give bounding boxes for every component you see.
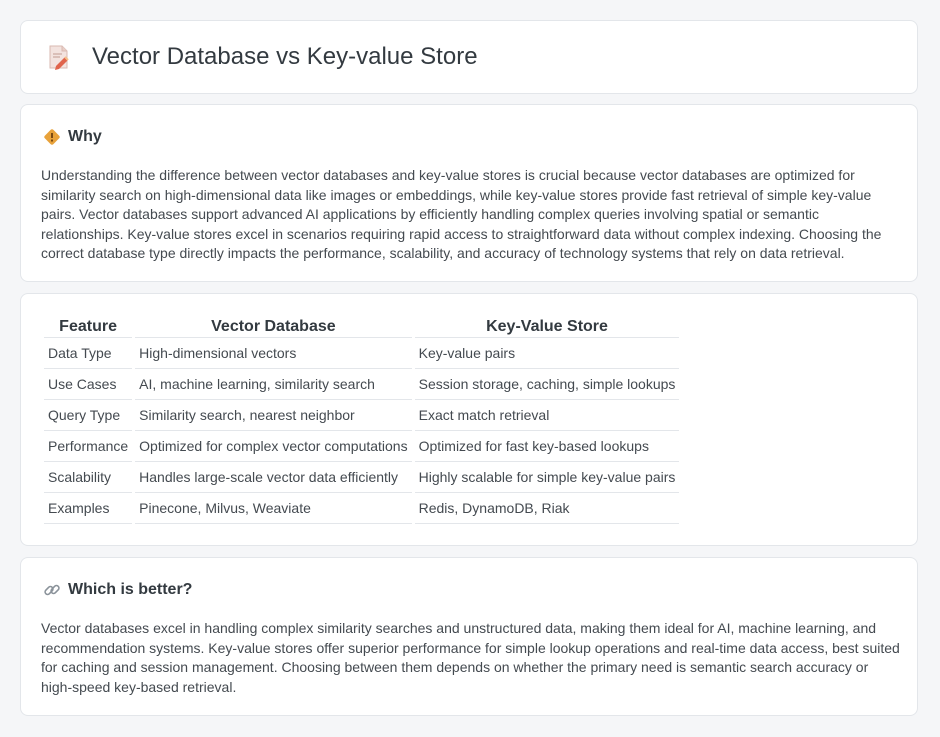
table-cell: Optimized for fast key-based lookups <box>414 431 680 462</box>
column-header-feature: Feature <box>44 316 133 338</box>
which-is-better-card: Which is better? Vector databases excel … <box>20 557 918 716</box>
table-cell: Scalability <box>44 462 133 493</box>
table-cell: Exact match retrieval <box>414 400 680 431</box>
table-row: Query Type Similarity search, nearest ne… <box>44 400 680 431</box>
comparison-card: Feature Vector Database Key-Value Store … <box>20 293 918 546</box>
table-cell: High-dimensional vectors <box>135 338 412 369</box>
table-cell: Data Type <box>44 338 133 369</box>
table-row: Examples Pinecone, Milvus, Weaviate Redi… <box>44 493 680 524</box>
table-cell: Key-value pairs <box>414 338 680 369</box>
page-title: Vector Database vs Key-value Store <box>92 43 478 70</box>
document-edit-icon <box>49 45 69 70</box>
link-icon <box>44 584 60 596</box>
comparison-table: Feature Vector Database Key-Value Store … <box>41 316 682 524</box>
why-card: Why Understanding the difference between… <box>20 104 918 282</box>
better-heading-row: Which is better? <box>43 581 192 599</box>
table-row: Use Cases AI, machine learning, similari… <box>44 369 680 400</box>
why-heading: Why <box>68 128 102 145</box>
table-cell: Similarity search, nearest neighbor <box>135 400 412 431</box>
title-card: Vector Database vs Key-value Store <box>20 20 918 94</box>
why-heading-row: Why <box>43 128 102 146</box>
diamond-warning-icon <box>44 129 60 145</box>
why-paragraph: Understanding the difference between vec… <box>41 167 882 261</box>
table-header-row: Feature Vector Database Key-Value Store <box>44 316 680 338</box>
table-row: Scalability Handles large-scale vector d… <box>44 462 680 493</box>
column-header-key-value-store: Key-Value Store <box>414 316 680 338</box>
table-cell: Use Cases <box>44 369 133 400</box>
table-cell: Performance <box>44 431 133 462</box>
table-cell: Highly scalable for simple key-value pai… <box>414 462 680 493</box>
table-cell: Optimized for complex vector computation… <box>135 431 412 462</box>
table-row: Performance Optimized for complex vector… <box>44 431 680 462</box>
better-paragraph: Vector databases excel in handling compl… <box>41 620 900 695</box>
better-heading: Which is better? <box>68 581 193 598</box>
table-cell: Redis, DynamoDB, Riak <box>414 493 680 524</box>
title-row: Vector Database vs Key-value Store <box>47 43 478 71</box>
table-cell: Pinecone, Milvus, Weaviate <box>135 493 412 524</box>
table-cell: Query Type <box>44 400 133 431</box>
column-header-vector-database: Vector Database <box>135 316 412 338</box>
table-row: Data Type High-dimensional vectors Key-v… <box>44 338 680 369</box>
table-cell: Handles large-scale vector data efficien… <box>135 462 412 493</box>
table-cell: Examples <box>44 493 133 524</box>
table-cell: Session storage, caching, simple lookups <box>414 369 680 400</box>
table-cell: AI, machine learning, similarity search <box>135 369 412 400</box>
